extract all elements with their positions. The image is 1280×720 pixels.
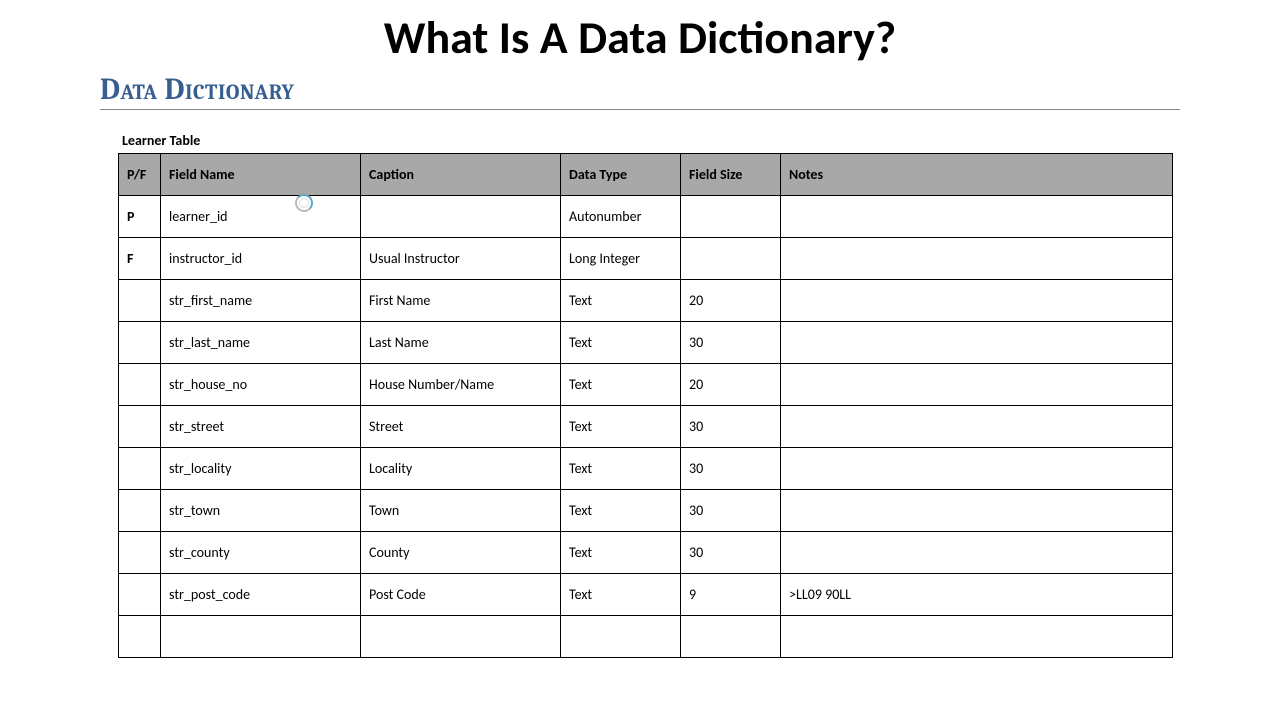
page-main-title: What Is A Data Dictionary? — [0, 0, 1280, 72]
cell-pf — [119, 322, 161, 364]
cell-pf: F — [119, 238, 161, 280]
table-row: str_house_noHouse Number/NameText20 — [119, 364, 1173, 406]
cell-caption: County — [361, 532, 561, 574]
cell-data-type: Text — [561, 574, 681, 616]
cell-pf: P — [119, 196, 161, 238]
table-caption: Learner Table — [122, 132, 1180, 149]
cell-caption: First Name — [361, 280, 561, 322]
cell-caption: House Number/Name — [361, 364, 561, 406]
cell-notes — [781, 406, 1173, 448]
cell-notes — [781, 616, 1173, 658]
cell-field-size — [681, 196, 781, 238]
cell-field-name: str_house_no — [161, 364, 361, 406]
cell-notes — [781, 322, 1173, 364]
document-body: Data Dictionary Learner Table P/F Field … — [0, 72, 1280, 658]
cell-field-size: 30 — [681, 532, 781, 574]
table-row: str_localityLocalityText30 — [119, 448, 1173, 490]
cell-pf — [119, 574, 161, 616]
cell-notes: >LL09 90LL — [781, 574, 1173, 616]
cell-notes — [781, 490, 1173, 532]
cell-field-size — [681, 616, 781, 658]
col-header-notes: Notes — [781, 154, 1173, 196]
cell-data-type: Text — [561, 532, 681, 574]
cell-caption: Usual Instructor — [361, 238, 561, 280]
cell-field-name: str_town — [161, 490, 361, 532]
cell-data-type: Text — [561, 406, 681, 448]
cell-field-name: str_locality — [161, 448, 361, 490]
cell-data-type: Text — [561, 280, 681, 322]
cell-pf — [119, 364, 161, 406]
col-header-field-name: Field Name — [161, 154, 361, 196]
cell-caption: Town — [361, 490, 561, 532]
col-header-caption: Caption — [361, 154, 561, 196]
cell-field-name: str_first_name — [161, 280, 361, 322]
cell-pf — [119, 406, 161, 448]
cell-field-size — [681, 238, 781, 280]
table-row: str_last_nameLast NameText30 — [119, 322, 1173, 364]
cell-field-size: 20 — [681, 364, 781, 406]
cell-caption — [361, 196, 561, 238]
table-row — [119, 616, 1173, 658]
cell-field-name: learner_id — [161, 196, 361, 238]
cell-data-type: Text — [561, 490, 681, 532]
cell-field-size: 30 — [681, 406, 781, 448]
cell-pf — [119, 280, 161, 322]
cell-caption: Post Code — [361, 574, 561, 616]
cell-notes — [781, 280, 1173, 322]
cell-field-size: 20 — [681, 280, 781, 322]
section-heading: Data Dictionary — [100, 72, 1180, 110]
cell-notes — [781, 364, 1173, 406]
cell-notes — [781, 238, 1173, 280]
cell-data-type: Text — [561, 448, 681, 490]
col-header-field-size: Field Size — [681, 154, 781, 196]
cell-caption: Last Name — [361, 322, 561, 364]
cell-pf — [119, 490, 161, 532]
col-header-pf: P/F — [119, 154, 161, 196]
cell-field-size: 9 — [681, 574, 781, 616]
cell-data-type: Long Integer — [561, 238, 681, 280]
cell-field-name — [161, 616, 361, 658]
cell-notes — [781, 196, 1173, 238]
cell-data-type: Text — [561, 322, 681, 364]
cell-field-name: str_post_code — [161, 574, 361, 616]
table-row: str_post_codePost CodeText9>LL09 90LL — [119, 574, 1173, 616]
cell-pf — [119, 616, 161, 658]
table-row: Plearner_id Autonumber — [119, 196, 1173, 238]
table-row: str_first_nameFirst NameText20 — [119, 280, 1173, 322]
table-row: str_streetStreetText30 — [119, 406, 1173, 448]
cell-notes — [781, 532, 1173, 574]
cell-field-size: 30 — [681, 448, 781, 490]
col-header-data-type: Data Type — [561, 154, 681, 196]
cell-field-size: 30 — [681, 490, 781, 532]
cell-caption: Street — [361, 406, 561, 448]
header-row: P/F Field Name Caption Data Type Field S… — [119, 154, 1173, 196]
cell-field-size: 30 — [681, 322, 781, 364]
cell-field-name: str_county — [161, 532, 361, 574]
cell-data-type: Autonumber — [561, 196, 681, 238]
cell-notes — [781, 448, 1173, 490]
cell-data-type: Text — [561, 364, 681, 406]
cell-caption: Locality — [361, 448, 561, 490]
table-row: Finstructor_idUsual InstructorLong Integ… — [119, 238, 1173, 280]
data-dictionary-table: P/F Field Name Caption Data Type Field S… — [118, 153, 1173, 658]
cell-field-name: instructor_id — [161, 238, 361, 280]
cell-caption — [361, 616, 561, 658]
cell-field-name: str_last_name — [161, 322, 361, 364]
cell-pf — [119, 448, 161, 490]
cell-pf — [119, 532, 161, 574]
table-row: str_townTownText30 — [119, 490, 1173, 532]
cell-field-name: str_street — [161, 406, 361, 448]
table-row: str_countyCountyText30 — [119, 532, 1173, 574]
cell-data-type — [561, 616, 681, 658]
